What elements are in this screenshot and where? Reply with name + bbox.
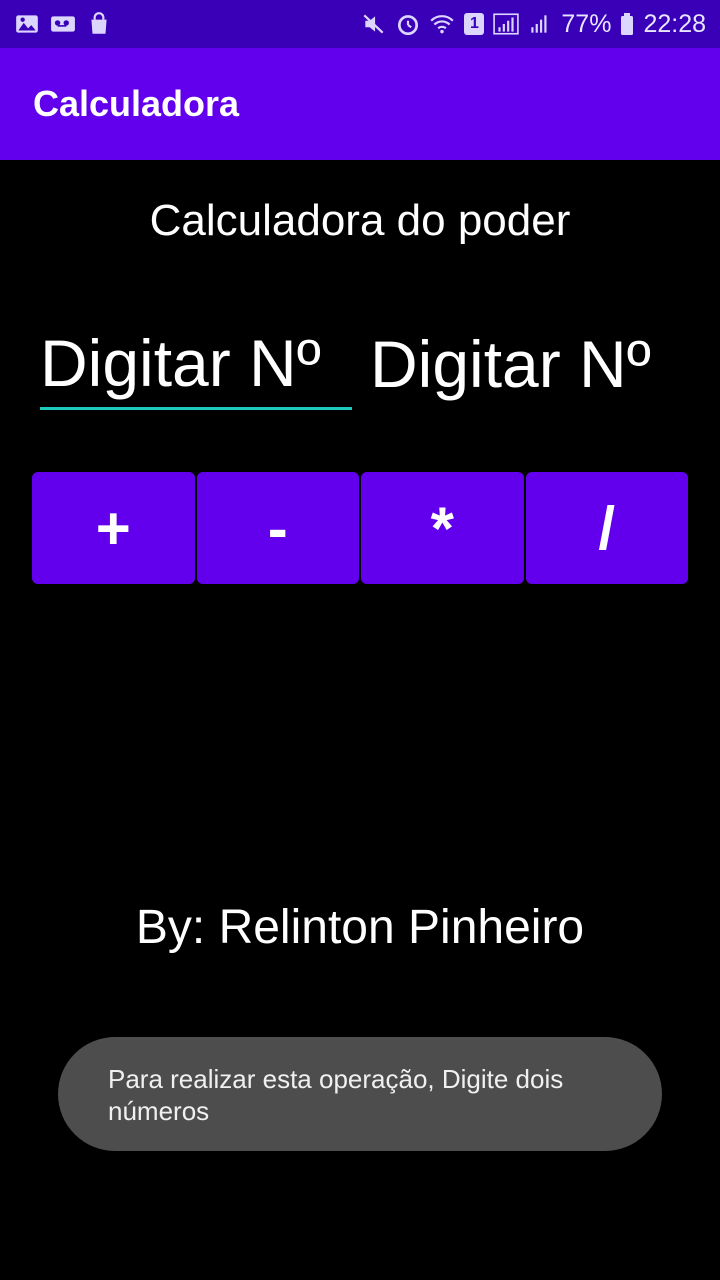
gallery-icon	[14, 11, 40, 37]
toast-text: Para realizar esta operação, Digite dois…	[108, 1064, 564, 1126]
status-right-icons: 1 77% 22:28	[361, 10, 706, 39]
signal-icon-2	[527, 11, 553, 37]
author-credit: By: Relinton Pinheiro	[135, 901, 585, 954]
operation-buttons: + - * /	[32, 472, 688, 584]
mute-icon	[361, 11, 387, 37]
app-title: Calculadora	[33, 83, 240, 124]
status-left-icons	[14, 11, 112, 37]
sim-badge-icon: 1	[463, 11, 485, 37]
second-number-input[interactable]	[370, 318, 690, 410]
add-button[interactable]: +	[32, 472, 195, 584]
voicemail-icon	[50, 11, 76, 37]
clock: 22:28	[643, 9, 706, 38]
multiply-button[interactable]: *	[361, 472, 524, 584]
toast-message: Para realizar esta operação, Digite dois…	[58, 1037, 662, 1151]
first-number-input[interactable]	[40, 318, 352, 410]
status-bar: 1 77% 22:28	[0, 0, 720, 48]
number-inputs	[40, 318, 690, 418]
signal-icon	[493, 11, 520, 37]
wifi-icon	[429, 11, 455, 37]
battery-icon	[619, 11, 635, 37]
page-heading: Calculadora do poder	[149, 196, 571, 245]
shopping-bag-icon	[86, 11, 112, 37]
battery-percent: 77%	[561, 9, 612, 38]
app-bar: Calculadora	[0, 48, 720, 160]
alarm-icon	[395, 11, 421, 37]
subtract-button[interactable]: -	[196, 472, 359, 584]
divide-button[interactable]: /	[525, 472, 688, 584]
